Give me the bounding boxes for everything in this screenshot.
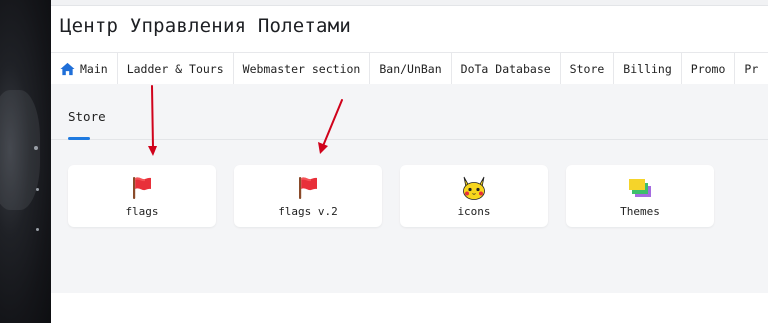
nav-item-label: DoTa Database — [460, 61, 551, 76]
card-label: flags — [125, 205, 159, 218]
annotation-arrow — [148, 85, 157, 156]
footer-area — [51, 293, 768, 323]
store-card-flags-v2[interactable]: flags v.2 — [234, 165, 382, 227]
nav-item-store[interactable]: Store — [561, 53, 615, 84]
annotation-arrow — [318, 99, 343, 154]
card-label: icons — [457, 205, 491, 218]
card-label: Themes — [620, 205, 660, 218]
store-card-flags[interactable]: flags — [68, 165, 216, 227]
background-image — [0, 0, 51, 323]
card-label: flags v.2 — [278, 205, 338, 218]
top-strip — [51, 0, 768, 6]
tab-active-indicator — [68, 137, 90, 140]
nav-item-label: Billing — [623, 61, 672, 76]
red-flag-icon — [299, 177, 317, 199]
nav-item-label: Ladder & Tours — [126, 61, 224, 76]
store-card-themes[interactable]: Themes — [566, 165, 714, 227]
main-nav: Main Ladder & Tours Webmaster section Ba… — [51, 52, 768, 85]
nav-item-main[interactable]: Main — [51, 53, 118, 84]
home-icon — [60, 62, 75, 75]
nav-item-ban-unban[interactable]: Ban/UnBan — [370, 53, 452, 84]
store-card-icons[interactable]: icons — [400, 165, 548, 227]
nav-item-promo[interactable]: Promo — [682, 53, 736, 84]
red-flag-icon — [133, 177, 151, 199]
page-title: Центр Управления Полетами — [60, 15, 351, 37]
pikachu-icon — [463, 176, 485, 200]
nav-item-label: Promo — [690, 61, 726, 76]
nav-item-overflow[interactable]: Pr — [735, 53, 767, 84]
nav-item-label: Webmaster section — [242, 61, 361, 76]
nav-item-webmaster[interactable]: Webmaster section — [234, 53, 371, 84]
themes-icon — [629, 179, 651, 197]
tab-store[interactable]: Store — [68, 109, 106, 124]
nav-item-label: Main — [80, 61, 108, 76]
nav-item-billing[interactable]: Billing — [614, 53, 682, 84]
nav-item-dota-database[interactable]: DoTa Database — [452, 53, 561, 84]
nav-item-label: Pr — [744, 61, 759, 76]
nav-item-label: Ban/UnBan — [379, 61, 442, 76]
app-window: Центр Управления Полетами Main Ladder & … — [51, 0, 768, 323]
nav-item-label: Store — [569, 61, 605, 76]
nav-item-ladder-tours[interactable]: Ladder & Tours — [118, 53, 234, 84]
